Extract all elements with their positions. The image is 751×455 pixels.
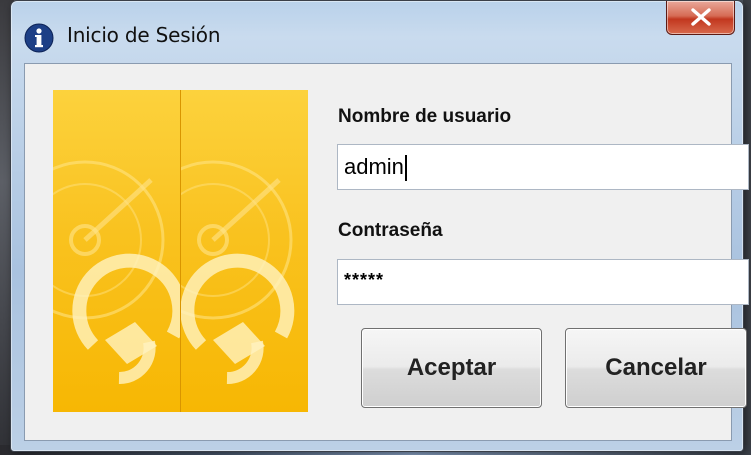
info-icon	[24, 23, 54, 53]
password-value: *****	[344, 270, 385, 290]
window-title: Inicio de Sesión	[67, 23, 221, 47]
login-dialog: Inicio de Sesión Nombre de usuario admin…	[10, 0, 749, 452]
cancel-button[interactable]: Cancelar	[565, 328, 747, 408]
close-icon	[691, 8, 711, 26]
title-bar[interactable]: Inicio de Sesión	[11, 1, 743, 53]
text-caret	[404, 155, 407, 182]
login-banner-image	[53, 90, 308, 412]
close-button[interactable]	[666, 1, 735, 35]
password-input[interactable]: *****	[337, 259, 749, 305]
cancel-button-label: Cancelar	[605, 354, 707, 381]
dialog-content: Nombre de usuario admin Contraseña *****…	[24, 63, 749, 441]
accept-button-label: Aceptar	[406, 354, 497, 381]
banner-panel-right	[180, 90, 308, 412]
username-value: admin	[344, 154, 404, 179]
accept-button[interactable]: Aceptar	[361, 328, 542, 408]
username-label: Nombre de usuario	[338, 106, 512, 127]
password-label: Contraseña	[338, 220, 443, 241]
banner-panel-left	[53, 90, 180, 412]
username-input[interactable]: admin	[337, 144, 749, 190]
